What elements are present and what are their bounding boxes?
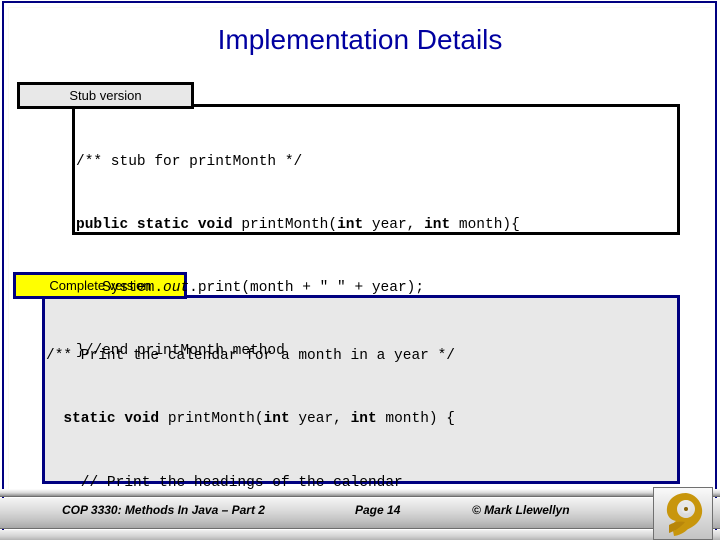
stub-version-label-text: Stub version (69, 88, 142, 103)
slide-footer: COP 3330: Methods In Java – Part 2 Page … (0, 489, 720, 540)
footer-course-text: COP 3330: Methods In Java – Part 2 (62, 503, 265, 517)
code-line: static void printMonth(int year, int mon… (63, 411, 456, 428)
code-line: /** Print the calendar for a month in a … (46, 347, 455, 364)
pegasus-icon (666, 493, 703, 536)
code-line: public static void printMonth(int year, … (76, 217, 520, 233)
presentation-slide: Implementation Details Stub version /** … (0, 0, 720, 540)
footer-band-bottom (0, 530, 720, 540)
stub-version-label-box: Stub version (17, 82, 194, 109)
footer-band-top (0, 489, 720, 497)
slide-title: Implementation Details (217, 24, 503, 55)
code-line: System.out.print(month + " " + year); (76, 280, 425, 296)
footer-page-number: Page 14 (355, 503, 401, 517)
code-line: /** stub for printMonth */ (76, 154, 303, 170)
footer-copyright: © Mark Llewellyn (472, 503, 570, 517)
ucf-pegasus-logo (653, 487, 713, 540)
